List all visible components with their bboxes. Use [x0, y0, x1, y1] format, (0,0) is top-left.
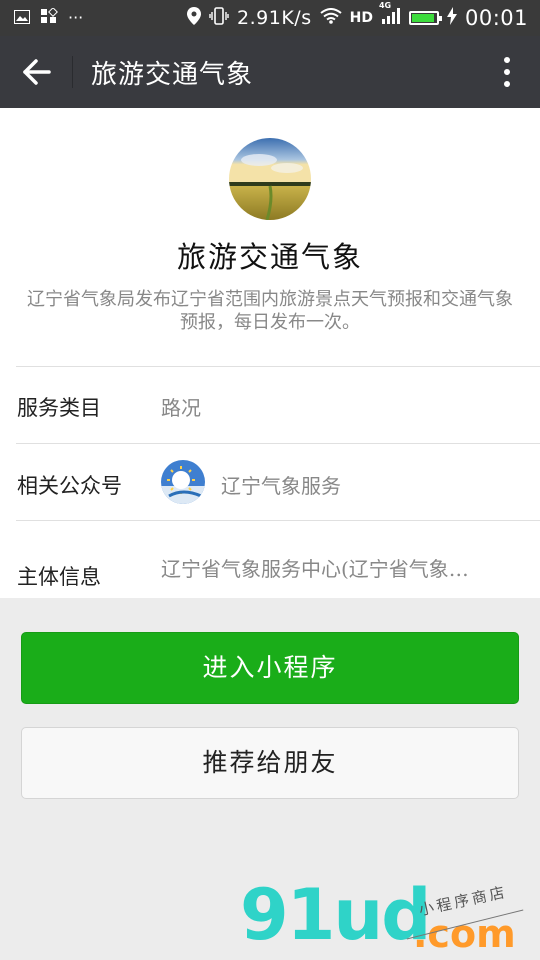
related-account-value: 辽宁气象服务: [221, 474, 341, 498]
more-dots-icon: ···: [68, 8, 84, 27]
mini-program-description: 辽宁省气象局发布辽宁省范围内旅游景点天气预报和交通气象预报，每日发布一次。: [27, 289, 513, 333]
mini-program-name: 旅游交通气象: [176, 240, 363, 274]
page-title: 旅游交通气象: [91, 60, 254, 90]
status-bar-right: 2.91K/s HD 4G 00:01: [187, 1, 528, 30]
info-row-related-account[interactable]: 相关公众号 辽宁气象服务: [0, 443, 540, 520]
title-bar: 旅游交通气象: [0, 36, 540, 108]
service-category-label: 服务类目: [17, 396, 101, 420]
watermark-logo: 91ud: [240, 874, 431, 956]
row-divider: [16, 520, 540, 521]
signal-icon: 4G: [379, 1, 401, 30]
location-icon: [187, 6, 202, 30]
info-row-service-category: 服务类目 路况: [0, 366, 540, 443]
clock: 00:01: [464, 6, 528, 30]
charging-icon: [446, 6, 457, 30]
entity-value: 辽宁省气象服务中心(辽宁省气象…: [161, 557, 469, 581]
enter-mini-program-button[interactable]: 进入小程序: [21, 632, 519, 704]
more-button[interactable]: [492, 52, 522, 92]
battery-icon: [408, 11, 442, 25]
row-divider: [16, 366, 540, 367]
row-divider: [16, 443, 540, 444]
related-account-label: 相关公众号: [17, 474, 122, 498]
image-icon: [14, 9, 30, 28]
apps-icon: [40, 7, 58, 28]
back-button[interactable]: [14, 52, 58, 92]
info-list: 服务类目 路况 相关公众号 辽宁气象服务 主体信息 辽宁省气象服务中心(辽宁省气…: [0, 366, 540, 598]
status-bar: ··· 2.91K/s HD 4G 00:01: [0, 0, 540, 36]
recommend-to-friend-button[interactable]: 推荐给朋友: [21, 727, 519, 799]
weather-service-account-icon: [161, 460, 205, 504]
entity-label: 主体信息: [17, 565, 101, 589]
vibrate-icon: [209, 6, 229, 30]
mini-program-profile: 旅游交通气象 辽宁省气象局发布辽宁省范围内旅游景点天气预报和交通气象预报，每日发…: [0, 108, 540, 366]
info-row-entity: 主体信息 辽宁省气象服务中心(辽宁省气象…: [0, 520, 540, 597]
status-bar-left: ···: [14, 7, 84, 28]
more-vertical-icon: [504, 57, 510, 63]
wifi-icon: [320, 7, 342, 29]
network-speed: 2.91K/s: [237, 7, 312, 29]
arrow-left-icon: [23, 59, 51, 85]
title-divider: [72, 56, 73, 88]
mini-program-avatar: [229, 138, 311, 220]
hd-indicator: HD: [349, 10, 373, 26]
service-category-value: 路况: [161, 396, 201, 420]
